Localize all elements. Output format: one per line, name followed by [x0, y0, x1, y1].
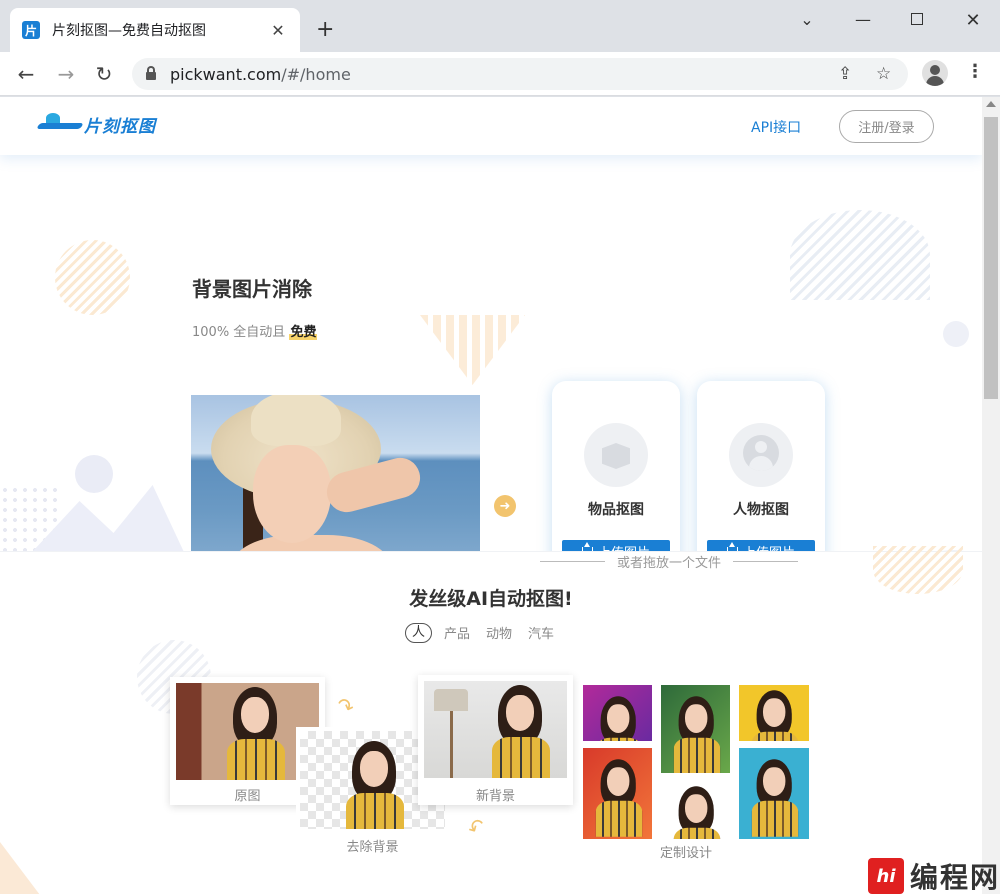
decor-stripe-circle: [55, 240, 130, 315]
curved-arrow-icon: ↷: [333, 691, 358, 721]
person-icon-circle: [729, 423, 793, 487]
page-viewport: 片刻抠图 API接口 注册/登录 背景图片消除 100% 全自动且 免费 ➜ 物…: [0, 97, 982, 894]
decor-triangle: [420, 315, 525, 385]
tab-title: 片刻抠图—免费自动抠图: [52, 23, 206, 39]
login-button[interactable]: 注册/登录: [839, 110, 934, 143]
lock-icon[interactable]: [146, 66, 156, 80]
person-icon: [743, 435, 779, 471]
design-tile: [661, 685, 730, 773]
box-icon: [602, 443, 630, 469]
favicon-icon: 片: [22, 21, 40, 39]
hero-section: 背景图片消除 100% 全自动且 免费 ➜ 物品抠图 上传图片 人物抠图 上传图…: [0, 155, 982, 610]
watermark-badge: hi: [868, 858, 904, 894]
custom-design-grid: [583, 685, 809, 839]
design-tile: [661, 781, 730, 839]
window-close-icon[interactable]: ✕: [958, 10, 988, 31]
profile-icon[interactable]: [922, 60, 948, 86]
person-cutout-card[interactable]: 人物抠图 上传图片: [697, 381, 825, 579]
person-cutout-label: 人物抠图: [733, 502, 789, 518]
decor-dot: [943, 321, 969, 347]
site-watermark: hi 编程网: [868, 856, 1000, 894]
back-icon[interactable]: ←: [14, 62, 38, 86]
address-bar[interactable]: pickwant.com/#/home ⇪ ☆: [132, 58, 908, 90]
hero-subtitle: 100% 全自动且 免费: [192, 325, 318, 340]
removed-bg-label: 去除背景: [346, 840, 399, 855]
share-icon[interactable]: ⇪: [838, 64, 852, 84]
free-highlight: 免费: [289, 325, 318, 340]
tab-close-icon[interactable]: ✕: [268, 21, 288, 40]
star-icon[interactable]: ☆: [876, 64, 891, 84]
menu-icon[interactable]: ⋮: [966, 62, 984, 82]
decor-circle: [75, 455, 113, 493]
site-header: 片刻抠图 API接口 注册/登录: [0, 97, 982, 155]
curved-arrow-icon: ↶: [463, 812, 490, 842]
custom-design-label: 定制设计: [659, 846, 712, 861]
design-tile: [583, 748, 652, 839]
design-tile: [739, 685, 809, 741]
arrow-right-icon: ➜: [494, 495, 516, 517]
site-logo[interactable]: 片刻抠图: [38, 111, 156, 137]
design-tile: [739, 748, 809, 839]
browser-toolbar: ← → ↻ pickwant.com/#/home ⇪ ☆ ⋮: [0, 52, 1000, 96]
logo-text: 片刻抠图: [84, 116, 156, 137]
showcase-section: 或者拖放一个文件 发丝级AI自动抠图! 人 产品 动物 汽车 原图 ↷ 去除背景: [0, 546, 982, 894]
maximize-icon[interactable]: [902, 10, 932, 29]
api-link[interactable]: API接口: [751, 117, 801, 137]
watermark-text: 编程网: [910, 861, 1000, 894]
logo-mark-icon: [38, 111, 84, 137]
tab-product[interactable]: 产品: [444, 623, 470, 643]
object-cutout-card[interactable]: 物品抠图 上传图片: [552, 381, 680, 579]
reload-icon[interactable]: ↻: [92, 62, 116, 86]
design-tile: [583, 685, 652, 741]
decor-corner: [0, 842, 40, 894]
forward-icon[interactable]: →: [54, 62, 78, 86]
scroll-up-icon[interactable]: [986, 101, 996, 107]
category-tabs: 人 产品 动物 汽车: [405, 623, 570, 643]
showcase-title: 发丝级AI自动抠图!: [409, 588, 573, 610]
drop-hint: 或者拖放一个文件: [540, 552, 799, 571]
page-scrollbar[interactable]: [982, 97, 1000, 894]
tab-car[interactable]: 汽车: [528, 623, 554, 643]
new-tab-button[interactable]: +: [316, 18, 334, 42]
scroll-thumb[interactable]: [984, 117, 998, 399]
new-background-card: 新背景: [418, 675, 573, 805]
tab-search-icon[interactable]: ⌄: [792, 10, 822, 29]
tab-person[interactable]: 人: [405, 623, 433, 643]
browser-tab[interactable]: 片 片刻抠图—免费自动抠图 ✕: [10, 8, 300, 52]
browser-tabbar: 片 片刻抠图—免费自动抠图 ✕ + ⌄ — ✕: [0, 0, 1000, 52]
tab-animal[interactable]: 动物: [486, 623, 512, 643]
object-icon-circle: [584, 423, 648, 487]
url-text[interactable]: pickwant.com/#/home: [170, 65, 351, 84]
new-background-label: 新背景: [475, 789, 515, 804]
object-cutout-label: 物品抠图: [588, 502, 644, 518]
new-background-photo: [424, 681, 567, 778]
minimize-icon[interactable]: —: [848, 10, 878, 29]
hero-title: 背景图片消除: [192, 277, 312, 301]
decor-stripe-arc: [790, 210, 930, 300]
